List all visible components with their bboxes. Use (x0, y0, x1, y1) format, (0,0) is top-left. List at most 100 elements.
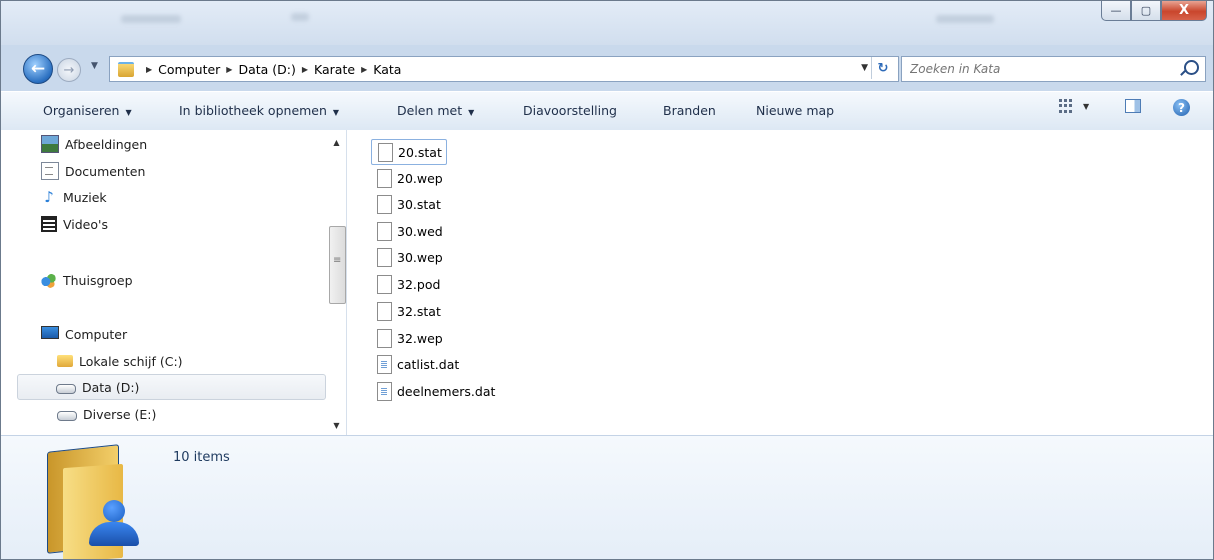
file-icon (377, 194, 392, 214)
file-icon (377, 247, 392, 267)
music-icon: ♪ (44, 188, 54, 206)
sidebar-item-thuisgroep[interactable]: Thuisgroep (41, 268, 133, 292)
back-button[interactable]: ← (23, 54, 53, 84)
sidebar-item-videos[interactable]: Video's (41, 212, 108, 236)
back-arrow-icon: ← (30, 59, 46, 79)
address-bar[interactable]: ▶ Computer ▶ Data (D:) ▶ Karate ▶ Kata ▼… (109, 56, 899, 82)
file-item[interactable]: deelnemers.dat (371, 379, 495, 403)
breadcrumb-computer[interactable]: Computer (158, 62, 220, 77)
file-item[interactable]: 20.wep (371, 166, 443, 190)
file-item[interactable]: 32.pod (371, 272, 440, 296)
chevron-down-icon: ▼ (468, 108, 475, 117)
sidebar-item-muziek[interactable]: ♪ Muziek (41, 185, 107, 209)
include-library-label: In bibliotheek opnemen (179, 103, 327, 118)
window-controls: — ▢ X (1101, 1, 1207, 21)
refresh-icon[interactable]: ↻ (871, 57, 894, 79)
navigation-bar: ← → ▼ ▶ Computer ▶ Data (D:) ▶ Karate ▶ … (1, 49, 1213, 87)
scroll-up-icon[interactable]: ▲ (328, 134, 345, 150)
navigation-pane[interactable]: Afbeeldingen Documenten ♪ Muziek Video's … (1, 130, 347, 435)
preview-pane-icon (1125, 99, 1141, 113)
pictures-icon (41, 135, 59, 153)
help-button[interactable]: ? (1173, 99, 1190, 116)
search-box[interactable] (901, 56, 1206, 82)
sidebar-item-label: Lokale schijf (C:) (79, 353, 183, 369)
breadcrumb-separator-icon[interactable]: ▶ (302, 65, 308, 74)
video-icon (41, 216, 57, 232)
search-input[interactable] (908, 61, 1152, 77)
explorer-window: — ▢ X ← → ▼ ▶ Computer ▶ Data (D:) ▶ Kar… (0, 0, 1214, 560)
sidebar-item-label: Computer (65, 326, 128, 342)
file-item[interactable]: 32.wep (371, 326, 443, 350)
homegroup-icon (41, 272, 57, 288)
forward-button[interactable]: → (57, 58, 81, 82)
include-in-library-button[interactable]: In bibliotheek opnemen ▼ (179, 103, 339, 118)
drive-icon (57, 411, 77, 421)
file-name: 32.wep (397, 330, 443, 346)
sidebar-item-local-disk-c[interactable]: Lokale schijf (C:) (57, 349, 183, 373)
burn-button[interactable]: Branden (663, 103, 716, 118)
file-name: 20.wep (397, 170, 443, 186)
sidebar-item-documenten[interactable]: Documenten (41, 159, 145, 183)
address-dropdown-icon[interactable]: ▼ (861, 63, 868, 73)
file-item[interactable]: 20.stat (371, 139, 447, 165)
sidebar-item-afbeeldingen[interactable]: Afbeeldingen (41, 132, 147, 156)
change-view-button[interactable]: ▼ (1059, 99, 1089, 113)
data-file-icon (377, 381, 392, 401)
preview-pane-button[interactable] (1125, 99, 1141, 113)
chevron-down-icon: ▼ (332, 108, 340, 117)
data-file-icon (377, 354, 392, 374)
sidebar-item-data-d[interactable]: Data (D:) (17, 374, 326, 400)
file-icon (377, 221, 392, 241)
breadcrumb-karate[interactable]: Karate (314, 62, 355, 77)
computer-icon (41, 326, 59, 339)
scroll-thumb[interactable] (329, 226, 346, 304)
details-pane: 10 items (1, 435, 1213, 559)
local-disk-icon (57, 355, 73, 367)
file-name: 32.pod (397, 276, 441, 292)
sidebar-item-label: Afbeeldingen (65, 136, 148, 152)
navigation-scrollbar[interactable]: ▲ ▼ (328, 130, 346, 435)
drive-icon (56, 384, 76, 394)
breadcrumb-kata[interactable]: Kata (373, 62, 401, 77)
file-item[interactable]: 32.stat (371, 299, 441, 323)
sidebar-item-diverse-e[interactable]: Diverse (E:) (57, 402, 156, 426)
file-icon (378, 142, 393, 162)
documents-icon (41, 162, 59, 180)
file-name: 32.stat (397, 303, 441, 319)
scroll-down-icon[interactable]: ▼ (328, 417, 345, 433)
file-name: deelnemers.dat (397, 383, 496, 399)
recent-pages-dropdown[interactable]: ▼ (91, 61, 98, 71)
minimize-button[interactable]: — (1101, 1, 1131, 21)
maximize-button[interactable]: ▢ (1131, 1, 1161, 21)
view-icon (1059, 99, 1073, 113)
sidebar-item-label: Muziek (63, 189, 107, 205)
breadcrumb-data-drive[interactable]: Data (D:) (238, 62, 295, 77)
slideshow-button[interactable]: Diavoorstelling (523, 103, 617, 118)
file-name: 30.wep (397, 249, 443, 265)
file-item[interactable]: 30.wed (371, 219, 443, 243)
file-icon (377, 274, 392, 294)
close-button[interactable]: X (1161, 1, 1207, 21)
share-with-label: Delen met (397, 103, 463, 118)
search-icon[interactable] (1184, 60, 1199, 75)
file-item[interactable]: 30.stat (371, 192, 441, 216)
title-bar[interactable]: — ▢ X (1, 1, 1213, 45)
share-with-button[interactable]: Delen met ▼ (397, 103, 474, 118)
sidebar-item-label: Data (D:) (82, 379, 140, 395)
organize-label: Organiseren (43, 103, 120, 118)
sidebar-item-label: Documenten (65, 163, 146, 179)
breadcrumb-separator-icon[interactable]: ▶ (361, 65, 367, 74)
file-item[interactable]: catlist.dat (371, 352, 459, 376)
file-name: 20.stat (398, 144, 442, 160)
file-item[interactable]: 30.wep (371, 245, 443, 269)
organize-button[interactable]: Organiseren ▼ (43, 103, 132, 118)
new-folder-button[interactable]: Nieuwe map (756, 103, 834, 118)
sidebar-item-computer[interactable]: Computer (41, 322, 127, 346)
chevron-down-icon: ▼ (125, 108, 132, 117)
breadcrumb: ▶ Computer ▶ Data (D:) ▶ Karate ▶ Kata (140, 62, 401, 77)
breadcrumb-separator-icon[interactable]: ▶ (226, 65, 232, 74)
forward-arrow-icon: → (63, 62, 75, 78)
file-list[interactable]: 20.stat 20.wep 30.stat 30.wed 30.wep 32.… (347, 130, 1213, 435)
file-name: 30.wed (397, 223, 443, 239)
breadcrumb-separator-icon[interactable]: ▶ (146, 65, 152, 74)
